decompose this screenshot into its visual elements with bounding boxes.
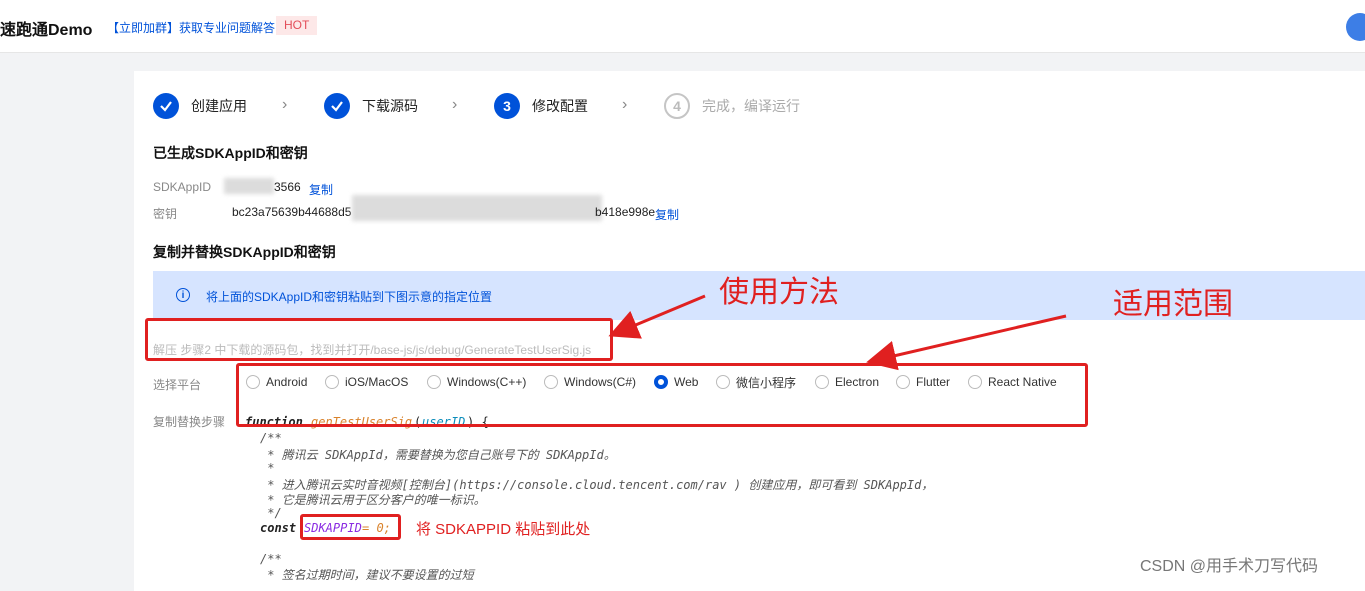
arrow-to-scope-icon xyxy=(866,314,1067,371)
arrow-to-usage-icon xyxy=(608,294,706,339)
watermark: CSDN @用手术刀写代码 xyxy=(1140,558,1319,575)
annotation-arrows xyxy=(608,294,1067,371)
